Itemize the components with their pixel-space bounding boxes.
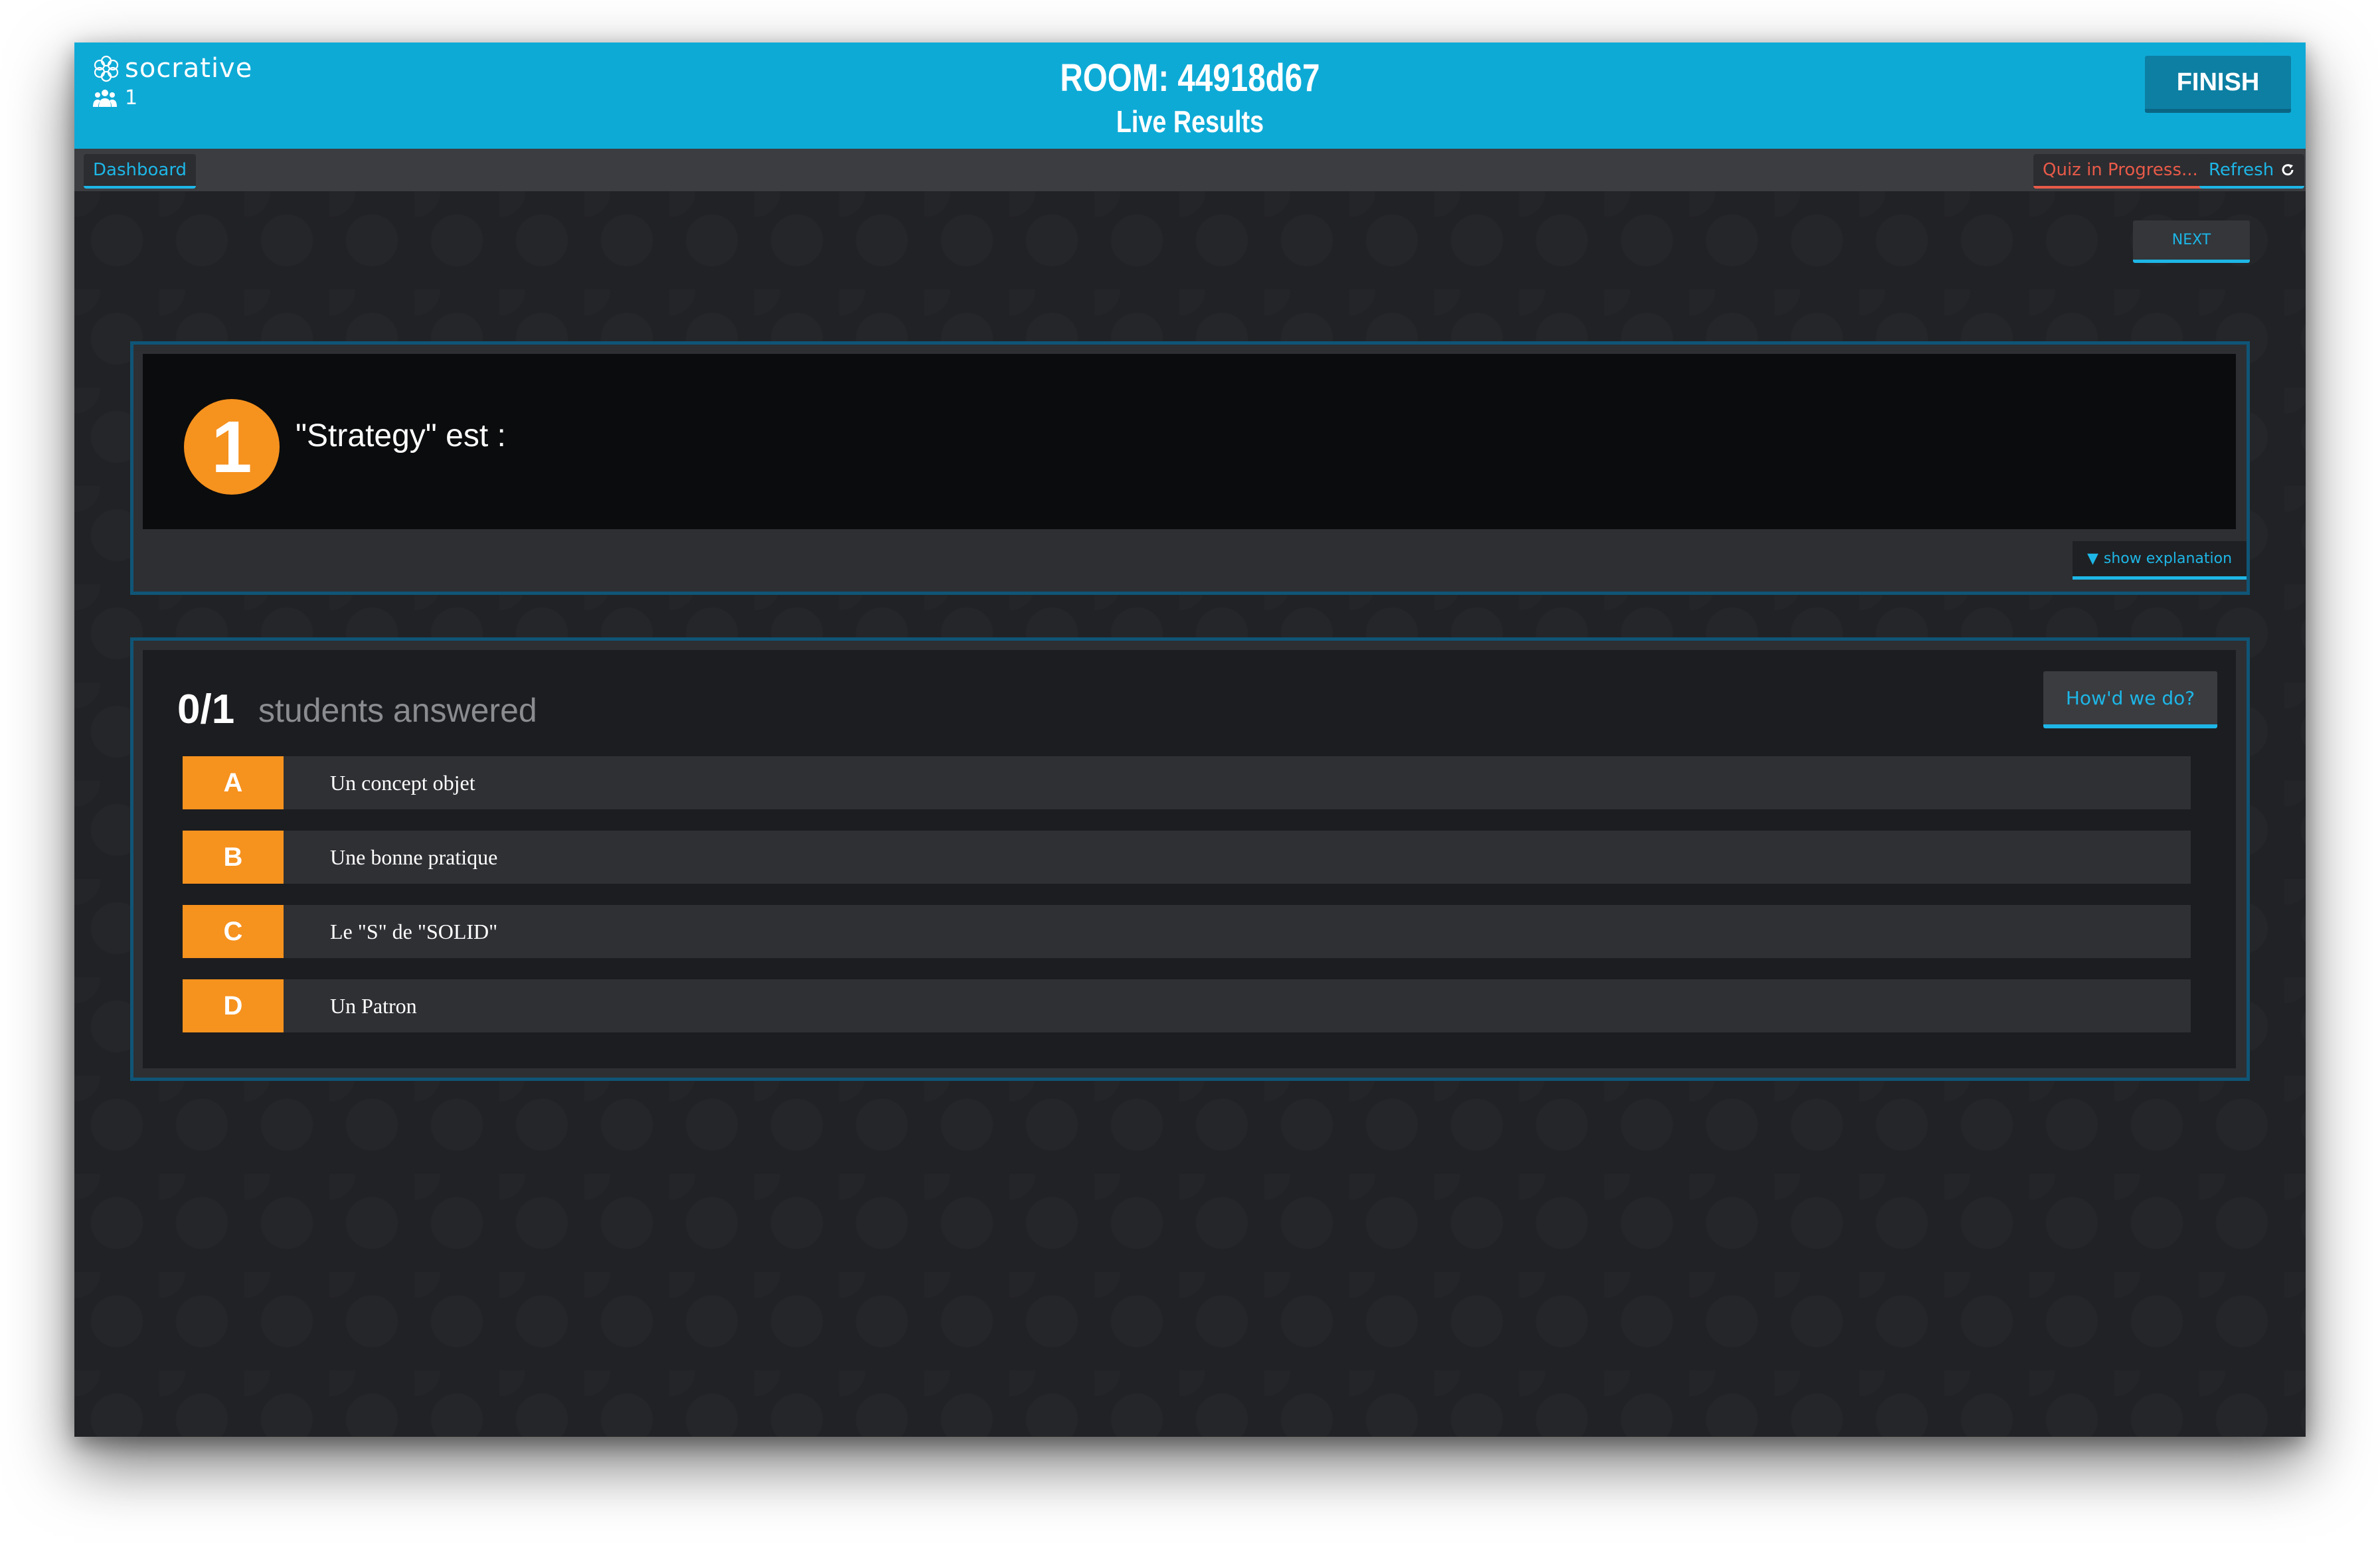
answer-row[interactable]: A Un concept objet xyxy=(183,756,2191,809)
quiz-in-progress-button[interactable]: Quiz in Progress... xyxy=(2033,154,2207,189)
dashboard-label: Dashboard xyxy=(93,160,187,180)
answer-letter: A xyxy=(183,756,284,809)
question-box: 1 "Strategy" est : xyxy=(143,354,2236,529)
results-box: 0/1 students answered How'd we do? A Un … xyxy=(143,650,2236,1068)
refresh-button[interactable]: Refresh xyxy=(2199,154,2305,189)
answer-letter: D xyxy=(183,979,284,1032)
question-text: "Strategy" est : xyxy=(296,418,506,453)
room-title: ROOM: 44918d67 xyxy=(1060,56,1320,100)
student-count: 1 xyxy=(93,86,137,110)
triangle-down-icon: ▼ xyxy=(2086,550,2098,567)
answer-text: Un concept objet xyxy=(330,770,475,795)
dashboard-button[interactable]: Dashboard xyxy=(84,154,197,189)
question-number-badge: 1 xyxy=(184,399,280,495)
answer-row[interactable]: D Un Patron xyxy=(183,979,2191,1032)
toolbar: Dashboard Quiz in Progress... Refresh xyxy=(74,149,2306,191)
answer-text: Un Patron xyxy=(330,993,417,1018)
show-explanation-label: show explanation xyxy=(2103,550,2233,567)
refresh-icon xyxy=(2282,164,2294,176)
answer-row[interactable]: B Une bonne pratique xyxy=(183,831,2191,884)
question-panel: 1 "Strategy" est : ▼ show explanation xyxy=(130,341,2250,595)
answer-text: Une bonne pratique xyxy=(330,845,498,869)
show-explanation-button[interactable]: ▼ show explanation xyxy=(2073,541,2247,580)
answer-letter: B xyxy=(183,831,284,884)
answer-row[interactable]: C Le "S" de "SOLID" xyxy=(183,905,2191,958)
finish-button[interactable]: FINISH xyxy=(2145,56,2291,113)
header-bar: socrative 1 ROOM: 44918d67 Live Results … xyxy=(74,42,2306,149)
answered-label: students answered xyxy=(258,692,537,729)
page-subtitle: Live Results xyxy=(1116,104,1264,139)
logo[interactable]: socrative xyxy=(92,53,252,84)
socrative-logo-icon xyxy=(94,55,119,82)
student-count-value: 1 xyxy=(125,86,138,110)
quiz-status-label: Quiz in Progress... xyxy=(2043,160,2198,180)
people-icon xyxy=(93,89,117,107)
logo-text: socrative xyxy=(125,53,253,84)
refresh-label: Refresh xyxy=(2209,160,2274,180)
answer-text: Le "S" de "SOLID" xyxy=(330,919,498,943)
answer-letter: C xyxy=(183,905,284,958)
results-panel: 0/1 students answered How'd we do? A Un … xyxy=(130,637,2250,1081)
app-window: socrative 1 ROOM: 44918d67 Live Results … xyxy=(74,42,2306,1437)
answered-count: 0/1 xyxy=(177,687,235,732)
howd-we-do-button[interactable]: How'd we do? xyxy=(2043,671,2217,728)
next-button[interactable]: NEXT xyxy=(2133,220,2250,263)
